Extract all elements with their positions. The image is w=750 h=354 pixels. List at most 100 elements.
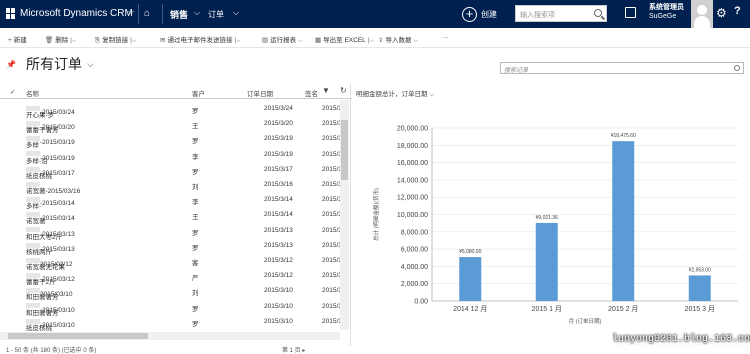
grid-vertical-scrollbar[interactable] bbox=[340, 100, 349, 330]
copy-link-button[interactable]: ⎘ 复制链接 |⌵ bbox=[95, 34, 136, 45]
cell-customer[interactable]: 客 bbox=[192, 257, 199, 267]
export-excel-button[interactable]: ▦ 导出至 EXCEL |⌵ bbox=[315, 34, 374, 45]
cell-customer[interactable]: 刘 bbox=[192, 287, 199, 297]
table-row[interactable]: 和田大枣2斤 -2015/03/13 罗 2015/3/13 2015/3 bbox=[0, 223, 342, 241]
cell-name[interactable]: 核桃两斤 -2015/03/13 bbox=[26, 242, 75, 256]
select-all-checkbox[interactable]: ✓ bbox=[10, 88, 15, 96]
global-search-input[interactable]: 输入搜索项 bbox=[515, 5, 607, 22]
grid-horizontal-scrollbar[interactable] bbox=[0, 332, 340, 340]
cell-name[interactable]: 多样 -2015/03/19 bbox=[26, 135, 75, 149]
chevron-down-icon[interactable]: |⌵ bbox=[70, 38, 76, 44]
pane-splitter[interactable] bbox=[350, 84, 351, 346]
nav-area-sales[interactable]: 销售 bbox=[170, 8, 188, 21]
chevron-down-icon[interactable]: ⌵ bbox=[194, 8, 200, 18]
email-link-button[interactable]: ✉ 通过电子邮件发送链接 |⌵ bbox=[160, 34, 241, 45]
cell-name[interactable]: 诺宽著-2015/03/16 bbox=[26, 181, 80, 195]
cell-customer[interactable]: 罗 bbox=[192, 303, 199, 313]
cell-name[interactable]: 多样-沿 -2015/03/19 bbox=[26, 151, 75, 165]
pager[interactable]: 第 1 页 ▸ bbox=[282, 345, 305, 354]
cell-customer[interactable]: 罗 bbox=[192, 318, 199, 328]
report-icon: ▤ bbox=[262, 37, 269, 44]
cell-name[interactable]: 纸皮核桃 -2015/03/10 bbox=[26, 318, 75, 332]
cell-customer[interactable]: 罗 bbox=[192, 135, 199, 145]
avatar[interactable] bbox=[691, 0, 713, 28]
help-icon[interactable]: ? bbox=[734, 5, 741, 17]
table-row[interactable]: 和田著著芳 -2015/03/10 罗 2015/3/10 2015/3 bbox=[0, 299, 342, 317]
cell-customer[interactable]: 罗 bbox=[192, 166, 199, 176]
search-icon[interactable] bbox=[594, 9, 602, 17]
cell-name[interactable]: 多样- -2015/03/14 bbox=[26, 196, 75, 210]
chart-bar[interactable] bbox=[688, 275, 711, 301]
table-row[interactable]: 开心果-罗 -2015/03/24 罗 2015/3/24 2015/3 bbox=[0, 101, 342, 119]
cell-customer[interactable]: 王 bbox=[192, 120, 199, 130]
import-data-button[interactable]: ⇪ 导入数据 ⌵ bbox=[378, 34, 418, 45]
scrollbar-thumb[interactable] bbox=[341, 120, 348, 180]
view-selector[interactable]: 📌 所有订单 ⌵ bbox=[6, 54, 94, 74]
cell-customer[interactable]: 罗 bbox=[192, 105, 199, 115]
chevron-down-icon[interactable]: ⌵ bbox=[87, 59, 94, 70]
new-button[interactable]: + 新建 bbox=[8, 34, 27, 44]
chart-bar[interactable] bbox=[612, 141, 635, 301]
refresh-icon[interactable]: ↻ bbox=[340, 86, 347, 95]
cell-name[interactable]: 开心果-罗 -2015/03/24 bbox=[26, 105, 75, 119]
pin-icon[interactable]: 📌 bbox=[6, 60, 16, 69]
home-icon[interactable]: ⌂ bbox=[144, 8, 150, 19]
more-commands-button[interactable]: ··· bbox=[442, 34, 449, 41]
table-row[interactable]: 诺宽著 -2015/03/14 王 2015/3/14 2015/3 bbox=[0, 207, 342, 225]
view-title[interactable]: 所有订单 bbox=[26, 54, 82, 74]
cell-name[interactable]: 和田大枣2斤 -2015/03/13 bbox=[26, 227, 75, 241]
filter-icon[interactable]: ▼ bbox=[322, 86, 330, 95]
table-row[interactable]: 和田著著芳 2015/03/10 刘 2015/3/10 2015/3 bbox=[0, 283, 342, 301]
cell-name[interactable]: 和田著著芳 -2015/03/10 bbox=[26, 303, 75, 317]
table-row[interactable]: 蕾蕾干著芳 -2015/03/20 王 2015/3/20 2015/3 bbox=[0, 116, 342, 134]
column-header-name[interactable]: 名称 bbox=[26, 88, 39, 98]
nav-entity-orders[interactable]: 订单 bbox=[208, 9, 224, 20]
chart-bar[interactable] bbox=[535, 222, 558, 301]
app-title[interactable]: Microsoft Dynamics CRM bbox=[20, 8, 133, 19]
create-button[interactable]: + 创建 bbox=[462, 5, 497, 23]
cell-name[interactable]: 诺宽著 -2015/03/14 bbox=[26, 211, 75, 225]
table-row[interactable]: 诺宽著-2015/03/16 刘 2015/3/16 2015/3 bbox=[0, 177, 342, 195]
cell-customer[interactable]: 刘 bbox=[192, 181, 199, 191]
chevron-down-icon[interactable]: |⌵ bbox=[130, 38, 136, 44]
cell-name[interactable]: 诺宽著无花果 2015/03/12 bbox=[26, 257, 73, 271]
table-row[interactable]: 诺宽著无花果 2015/03/12 客 2015/3/12 2015/3 bbox=[0, 253, 342, 271]
chart-bar[interactable] bbox=[459, 257, 482, 301]
x-tick-label: 2014 12 月 bbox=[453, 305, 487, 313]
chevron-down-icon[interactable]: |⌵ bbox=[234, 38, 240, 44]
cell-name[interactable]: 和田著著芳 2015/03/10 bbox=[26, 287, 73, 301]
cell-name[interactable]: 纸皮核桃 -2015/03/17 bbox=[26, 166, 75, 180]
chart-title[interactable]: 明细金额总计，订单日期 ⌵ bbox=[356, 88, 434, 99]
table-row[interactable]: 蕾蕾干2斤 -2015/03/12 严 2015/3/12 2015/3 bbox=[0, 268, 342, 286]
table-row[interactable]: 多样- -2015/03/14 李 2015/3/14 2015/3 bbox=[0, 192, 342, 210]
table-row[interactable]: 纸皮核桃 -2015/03/10 罗 2015/3/10 2015/3 bbox=[0, 314, 342, 332]
search-icon[interactable] bbox=[734, 65, 740, 71]
chevron-down-icon[interactable]: |⌵ bbox=[368, 38, 374, 44]
gear-icon[interactable]: ⚙ bbox=[716, 6, 727, 20]
chevron-down-icon[interactable]: ⌵ bbox=[128, 7, 134, 17]
table-row[interactable]: 纸皮核桃 -2015/03/17 罗 2015/3/17 2015/3 bbox=[0, 162, 342, 180]
table-row[interactable]: 多样 -2015/03/19 罗 2015/3/19 2015/3 bbox=[0, 131, 342, 149]
cell-customer[interactable]: 罗 bbox=[192, 242, 199, 252]
chevron-down-icon[interactable]: ⌵ bbox=[233, 8, 239, 18]
cell-customer[interactable]: 李 bbox=[192, 151, 199, 161]
cell-name[interactable]: 蕾蕾干著芳 -2015/03/20 bbox=[26, 120, 75, 134]
table-row[interactable]: 多样-沿 -2015/03/19 李 2015/3/19 2015/3 bbox=[0, 147, 342, 165]
data-label: ¥18,475.60 bbox=[611, 133, 636, 139]
cell-customer[interactable]: 严 bbox=[192, 272, 199, 282]
record-search-input[interactable]: 搜索记录 bbox=[500, 62, 744, 74]
column-header-customer[interactable]: 客户 bbox=[192, 88, 205, 98]
table-row[interactable]: 核桃两斤 -2015/03/13 罗 2015/3/13 2015/3 bbox=[0, 238, 342, 256]
user-info[interactable]: 系统管理员 SuGeGe bbox=[649, 3, 684, 21]
run-report-button[interactable]: ▤ 运行报表 ⌵ bbox=[262, 34, 303, 45]
cell-customer[interactable]: 李 bbox=[192, 196, 199, 206]
scrollbar-thumb[interactable] bbox=[8, 333, 148, 339]
column-header-sign[interactable]: 签名 bbox=[305, 88, 318, 98]
cell-customer[interactable]: 王 bbox=[192, 211, 199, 221]
advanced-find-icon[interactable] bbox=[625, 7, 636, 18]
cell-name[interactable]: 蕾蕾干2斤 -2015/03/12 bbox=[26, 272, 75, 286]
delete-button[interactable]: 🗑 删除 |⌵ bbox=[45, 34, 76, 45]
cell-customer[interactable]: 罗 bbox=[192, 227, 199, 237]
column-header-order-date[interactable]: 订单日期 bbox=[247, 88, 273, 98]
y-tick-label: 0.00 bbox=[414, 299, 428, 306]
